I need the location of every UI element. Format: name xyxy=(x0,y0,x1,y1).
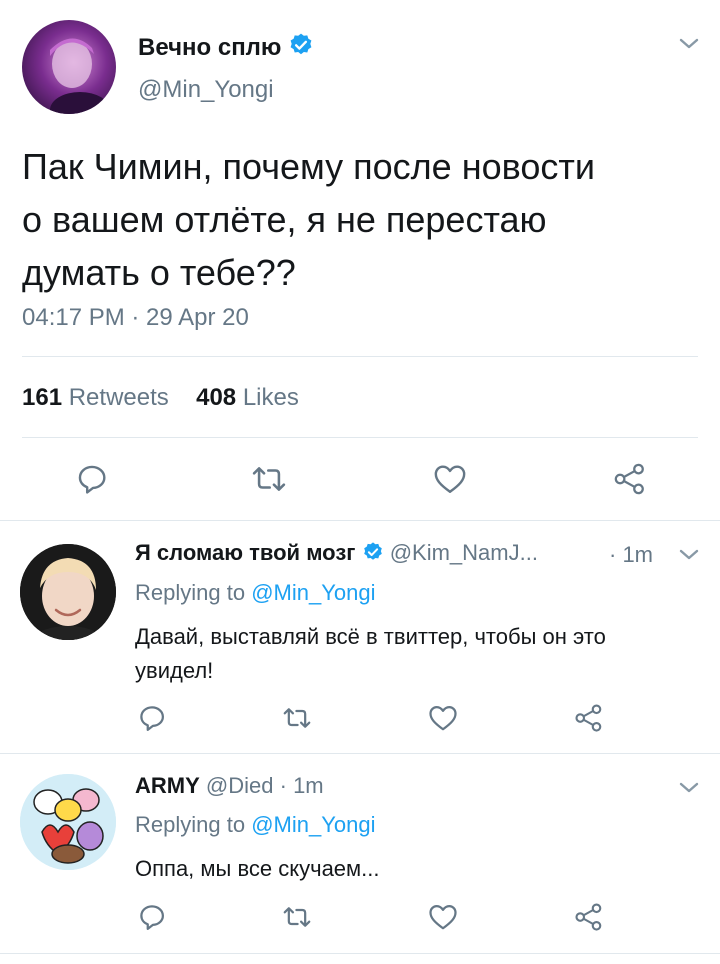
chevron-down-icon[interactable] xyxy=(678,547,700,563)
tweet-text-line: о вашем отлёте, я не перестаю xyxy=(22,199,547,240)
reply-icon[interactable] xyxy=(137,703,167,733)
retweet-icon[interactable] xyxy=(281,903,313,931)
share-icon[interactable] xyxy=(574,902,604,932)
likes-label: Likes xyxy=(242,384,299,411)
share-icon[interactable] xyxy=(574,703,604,733)
likes-count: 408 xyxy=(196,384,237,411)
avatar-image xyxy=(50,38,110,114)
avatar[interactable] xyxy=(20,774,116,870)
display-name-text[interactable]: Вечно сплю xyxy=(138,34,281,61)
avatar-image xyxy=(20,774,116,870)
tweet-text-line: Пак Чимин, почему после новости xyxy=(22,146,595,187)
display-name[interactable]: Вечно сплю xyxy=(138,32,314,62)
replying-to-label: Replying to xyxy=(135,812,246,837)
divider xyxy=(0,520,720,521)
replying-to: Replying to @Min_Yongi xyxy=(135,812,375,838)
likes-stat[interactable]: 408 Likes xyxy=(196,384,299,411)
display-name[interactable]: ARMY xyxy=(135,773,200,798)
avatar-image xyxy=(20,544,116,640)
verified-badge-icon xyxy=(290,33,312,55)
divider xyxy=(22,437,698,438)
handle[interactable]: @Kim_NamJ... xyxy=(390,540,538,565)
divider xyxy=(0,953,720,954)
replying-to-label: Replying to xyxy=(135,580,246,605)
tweet-text: Пак Чимин, почему после новости о вашем … xyxy=(22,140,702,299)
engagement-stats: 161 Retweets 408 Likes xyxy=(22,384,299,412)
retweets-count: 161 xyxy=(22,384,63,411)
display-name[interactable]: Я сломаю твой мозг xyxy=(135,540,355,565)
divider xyxy=(0,753,720,754)
retweet-icon[interactable] xyxy=(281,704,313,732)
replying-to-handle[interactable]: @Min_Yongi xyxy=(251,580,375,605)
reply-text: Оппа, мы все скучаем... xyxy=(135,852,380,886)
reply-icon[interactable] xyxy=(137,902,167,932)
reply-text-line: увидел! xyxy=(135,658,214,683)
chevron-down-icon[interactable] xyxy=(678,36,700,52)
share-icon[interactable] xyxy=(612,462,648,496)
like-icon[interactable] xyxy=(433,463,467,495)
reply-time: · 1m xyxy=(279,773,324,798)
avatar[interactable] xyxy=(20,544,116,640)
retweet-icon[interactable] xyxy=(250,462,288,496)
reply-text-line: Давай, выставляй всё в твиттер, чтобы он… xyxy=(135,624,606,649)
timestamp[interactable]: 04:17 PM · 29 Apr 20 xyxy=(22,304,249,332)
chevron-down-icon[interactable] xyxy=(678,780,700,796)
tweet-text-line: думать о тебе?? xyxy=(22,252,296,293)
avatar[interactable] xyxy=(22,20,116,114)
replying-to-handle[interactable]: @Min_Yongi xyxy=(251,812,375,837)
divider xyxy=(22,356,698,357)
like-icon[interactable] xyxy=(428,903,458,931)
reply-icon[interactable] xyxy=(75,462,109,496)
verified-badge-icon xyxy=(363,542,382,560)
retweets-stat[interactable]: 161 Retweets xyxy=(22,384,175,411)
reply-header: Я сломаю твой мозг @Kim_NamJ... xyxy=(135,540,538,566)
reply-text-line: Оппа, мы все скучаем... xyxy=(135,856,380,881)
like-icon[interactable] xyxy=(428,704,458,732)
replying-to: Replying to @Min_Yongi xyxy=(135,580,375,606)
reply-time: · 1m xyxy=(609,542,653,567)
reply-text: Давай, выставляй всё в твиттер, чтобы он… xyxy=(135,620,705,688)
handle[interactable]: @Died xyxy=(206,773,274,798)
retweets-label: Retweets xyxy=(68,384,169,411)
reply-header: ARMY @Died · 1m xyxy=(135,773,324,799)
handle[interactable]: @Min_Yongi xyxy=(138,76,274,104)
